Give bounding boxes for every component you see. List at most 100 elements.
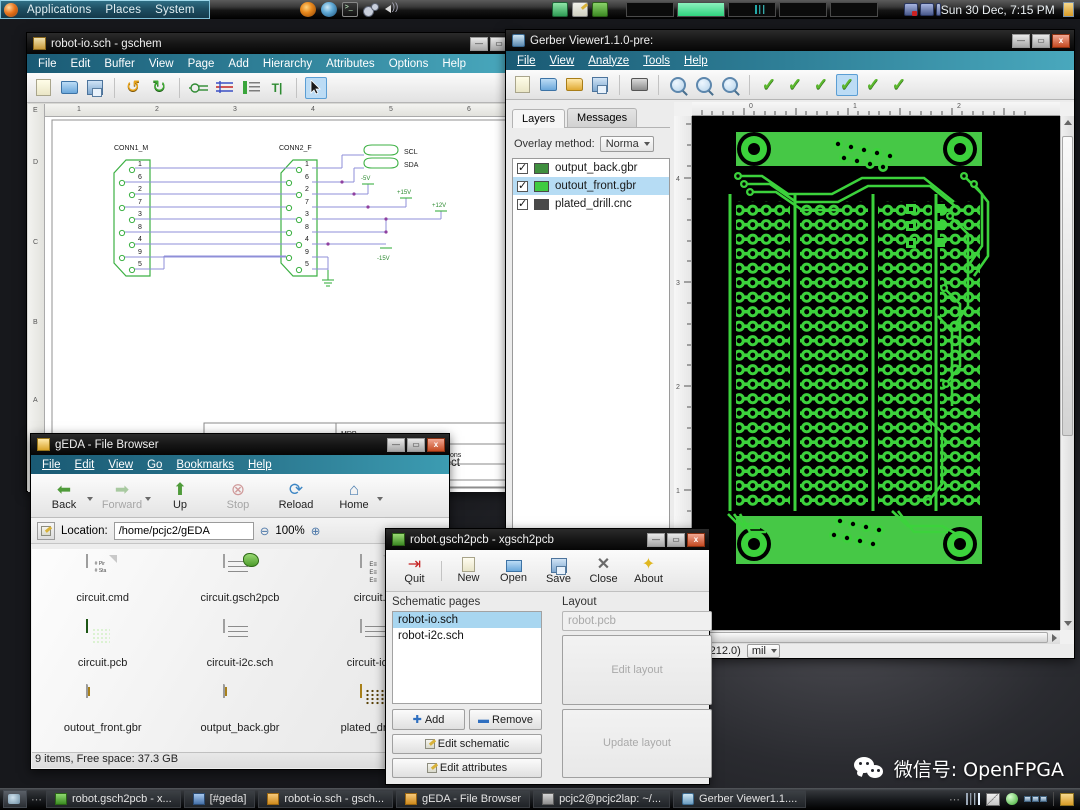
gschem-menu-help[interactable]: Help bbox=[435, 58, 473, 70]
layer-color-swatch[interactable] bbox=[534, 162, 549, 174]
xgsch-quit-button[interactable]: ⇥ Quit bbox=[392, 556, 437, 585]
gschem-toolbar[interactable]: T| bbox=[27, 73, 512, 103]
gschem-menu-options[interactable]: Options bbox=[382, 58, 436, 70]
gschem-menu-buffer[interactable]: Buffer bbox=[97, 58, 141, 70]
minimize-button[interactable]: — bbox=[470, 36, 488, 51]
gerber-layer-toggle-1[interactable]: ✓ bbox=[758, 74, 780, 96]
gerber-layer-list[interactable]: output_back.gbr outout_front.gbr plated_… bbox=[512, 158, 670, 530]
gerber-layer-toggle-4[interactable]: ✓ bbox=[836, 73, 858, 96]
gerber-layer-toggle-2[interactable]: ✓ bbox=[784, 74, 806, 96]
xgsch-about-button[interactable]: ✦ About bbox=[626, 556, 671, 585]
filebrowser-titlebar[interactable]: gEDA - File Browser — ▭ x bbox=[31, 434, 449, 455]
gschem-select-tool-button[interactable] bbox=[305, 76, 327, 99]
taskbar-overflow-icon[interactable]: ⋯ bbox=[31, 793, 42, 806]
gerber-vertical-scrollbar[interactable] bbox=[1060, 116, 1074, 630]
tray-overflow-icon[interactable]: ⋯ bbox=[949, 793, 960, 806]
gschem-add-net-button[interactable] bbox=[214, 77, 236, 99]
close-button[interactable]: x bbox=[1052, 33, 1070, 48]
taskbar-item-gerbv[interactable]: Gerber Viewer1.1.... bbox=[673, 790, 807, 808]
xgsch-window-buttons[interactable]: — ▭ x bbox=[647, 532, 709, 547]
pcb-render-canvas[interactable] bbox=[692, 116, 1060, 630]
signal-bars-icon[interactable] bbox=[966, 793, 980, 805]
edit-layout-button[interactable]: Edit layout bbox=[562, 635, 712, 705]
schematic-pages-list[interactable]: robot-io.sch robot-i2c.sch bbox=[392, 611, 542, 704]
fb-home-button[interactable]: ⌂ Home bbox=[325, 480, 383, 511]
fb-up-button[interactable]: ⬆ Up bbox=[151, 480, 209, 511]
taskbar-item-xgsch2pcb[interactable]: robot.gsch2pcb - x... bbox=[46, 790, 181, 808]
gerber-horizontal-scrollbar[interactable] bbox=[692, 630, 1060, 644]
mail-icon[interactable] bbox=[986, 792, 1000, 806]
zoom-in-icon[interactable]: ⊕ bbox=[311, 524, 321, 538]
gschem-add-component-button[interactable] bbox=[188, 77, 210, 99]
network-icon[interactable] bbox=[919, 3, 934, 16]
notes-icon[interactable] bbox=[1060, 792, 1074, 806]
gschem-menu-view[interactable]: View bbox=[142, 58, 181, 70]
panel-clock[interactable]: Sun 30 Dec, 7:15 PM bbox=[941, 3, 1055, 17]
gschem-new-button[interactable] bbox=[32, 77, 54, 99]
gerber-print-button[interactable] bbox=[628, 74, 650, 96]
gschem-menu-page[interactable]: Page bbox=[181, 58, 222, 70]
workspace-2[interactable] bbox=[676, 2, 725, 17]
edit-schematic-button[interactable]: Edit schematic bbox=[392, 734, 542, 754]
layer-checkbox[interactable] bbox=[517, 197, 528, 210]
gerber-layer-toggle-6[interactable]: ✓ bbox=[888, 74, 910, 96]
tab-layers[interactable]: Layers bbox=[512, 109, 566, 128]
gerber-menu-analyze[interactable]: Analyze bbox=[581, 55, 636, 67]
gerber-layer-toggle-5[interactable]: ✓ bbox=[862, 74, 884, 96]
gerber-open-button[interactable] bbox=[537, 74, 559, 96]
minimize-button[interactable]: — bbox=[387, 437, 405, 452]
green-editor-icon[interactable] bbox=[591, 2, 608, 17]
menu-places[interactable]: Places bbox=[98, 4, 148, 16]
scroll-down-icon[interactable] bbox=[1064, 621, 1072, 626]
gerber-menu-view[interactable]: View bbox=[543, 55, 582, 67]
location-input[interactable]: /home/pcjc2/gEDA bbox=[113, 521, 254, 540]
gerber-zoom-out-button[interactable] bbox=[693, 74, 715, 96]
gschem-menu-edit[interactable]: Edit bbox=[64, 58, 98, 70]
gerber-units-select[interactable]: mil bbox=[746, 644, 780, 658]
gerber-tabs[interactable]: Layers Messages bbox=[512, 108, 670, 128]
schematic-page-item[interactable]: robot-io.sch bbox=[393, 612, 541, 628]
file-item[interactable]: output_back.gbr bbox=[171, 684, 308, 750]
layer-color-swatch[interactable] bbox=[534, 180, 549, 192]
close-button[interactable]: x bbox=[687, 532, 705, 547]
gschem-undo-button[interactable] bbox=[123, 77, 145, 99]
layer-checkbox[interactable] bbox=[517, 161, 528, 174]
fb-menu-edit[interactable]: Edit bbox=[68, 459, 102, 471]
filebrowser-window-buttons[interactable]: — ▭ x bbox=[387, 437, 449, 452]
file-item[interactable]: circuit-i2c.sch bbox=[171, 619, 308, 685]
remove-page-button[interactable]: ▬ Remove bbox=[469, 709, 542, 730]
menu-system[interactable]: System bbox=[148, 4, 202, 16]
fb-menu-file[interactable]: File bbox=[35, 459, 68, 471]
gerber-toolbar[interactable]: ✓ ✓ ✓ ✓ ✓ ✓ bbox=[506, 70, 1074, 100]
filebrowser-toolbar[interactable]: ⬅ Back ➡ Forward ⬆ Up ⊗ Stop ⟳ Reload ⌂ … bbox=[31, 474, 449, 518]
workspace-5[interactable] bbox=[829, 2, 878, 17]
gschem-add-text-button[interactable]: T| bbox=[266, 77, 288, 99]
maximize-button[interactable]: ▭ bbox=[1032, 33, 1050, 48]
gschem-titlebar[interactable]: robot-io.sch - gschem — ▭ bbox=[27, 33, 512, 54]
gerber-menu-help[interactable]: Help bbox=[677, 55, 715, 67]
gschem-menu-hierarchy[interactable]: Hierarchy bbox=[256, 58, 319, 70]
layer-row[interactable]: output_back.gbr bbox=[513, 159, 669, 177]
tab-messages[interactable]: Messages bbox=[567, 108, 638, 127]
xgsch2pcb-window[interactable]: robot.gsch2pcb - xgsch2pcb — ▭ x ⇥ Quit … bbox=[385, 528, 712, 785]
status-dot-icon[interactable] bbox=[1006, 793, 1018, 805]
fb-menu-view[interactable]: View bbox=[101, 459, 140, 471]
fb-menu-go[interactable]: Go bbox=[140, 459, 169, 471]
minimize-button[interactable]: — bbox=[1012, 33, 1030, 48]
taskbar-item-filebrowser[interactable]: gEDA - File Browser bbox=[396, 790, 531, 808]
fb-stop-button[interactable]: ⊗ Stop bbox=[209, 480, 267, 511]
layer-checkbox[interactable] bbox=[517, 179, 528, 192]
fb-forward-button[interactable]: ➡ Forward bbox=[93, 480, 151, 511]
layer-color-swatch[interactable] bbox=[534, 198, 549, 210]
editor-icon[interactable] bbox=[571, 2, 588, 17]
update-layout-button[interactable]: Update layout bbox=[562, 708, 712, 778]
gears-icon[interactable] bbox=[362, 2, 379, 17]
edit-attributes-button[interactable]: Edit attributes bbox=[392, 758, 542, 778]
fb-reload-button[interactable]: ⟳ Reload bbox=[267, 480, 325, 511]
gerber-titlebar[interactable]: Gerber Viewer1.1.0-pre: — ▭ x bbox=[506, 30, 1074, 51]
gerber-window-buttons[interactable]: — ▭ x bbox=[1012, 33, 1074, 48]
spreadsheet-icon[interactable] bbox=[551, 2, 568, 17]
fb-menu-bookmarks[interactable]: Bookmarks bbox=[169, 459, 241, 471]
add-page-button[interactable]: ✚ Add bbox=[392, 709, 465, 730]
menu-applications[interactable]: Applications bbox=[20, 4, 98, 16]
